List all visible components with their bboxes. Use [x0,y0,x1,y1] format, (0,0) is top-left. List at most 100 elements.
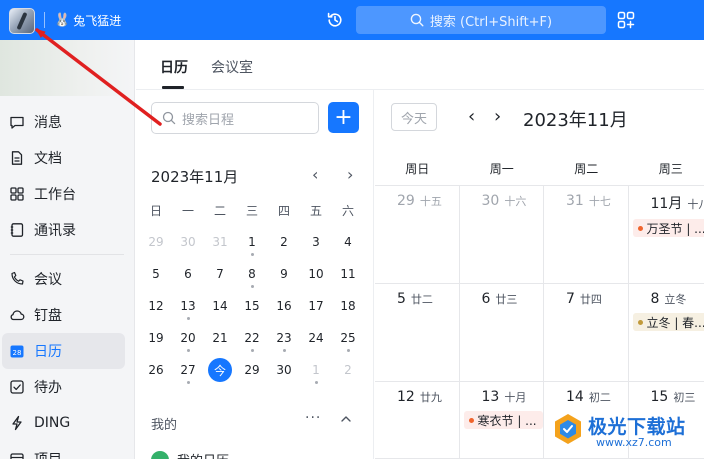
mini-prev-month-button[interactable]: ‹ [312,165,318,184]
mini-day[interactable]: 3 [300,226,332,258]
mini-day[interactable]: 12 [140,290,172,322]
mini-day-number: 25 [340,331,356,345]
mini-day-today[interactable]: 今 [204,354,236,386]
mini-day[interactable]: 27 [172,354,204,386]
day-cell[interactable]: 13 十月 寒衣节 | ... [460,382,544,458]
mini-day[interactable]: 29 [140,226,172,258]
apps-grid-icon[interactable] [617,11,635,29]
mini-day-number: 2 [280,235,288,249]
my-calendar-item[interactable]: 我的日历 [151,450,229,459]
tab-meeting-room[interactable]: 会议室 [211,57,253,77]
calendar-icon-badge: 28 [13,349,22,357]
lunar-date: 十五 [419,195,442,208]
mini-day[interactable]: 5 [140,258,172,290]
chevron-up-icon[interactable] [339,412,353,426]
sidebar-item-label: 钉盘 [34,308,62,324]
mini-week-row: 29 30 31 1 2 3 4 [140,226,365,258]
event-chip[interactable]: 万圣节 | ... [632,219,704,237]
today-button[interactable]: 今天 [391,103,437,131]
sidebar-item-ding[interactable]: DING [2,405,125,441]
app-logo[interactable] [9,8,35,34]
mini-day[interactable]: 18 [332,290,364,322]
day-cell[interactable]: 30 十六 [460,186,544,283]
mini-day[interactable]: 4 [332,226,364,258]
org-switcher[interactable]: 🐰 兔飞猛进 [54,10,121,30]
mini-next-month-button[interactable]: › [347,165,353,184]
mini-day[interactable]: 10 [300,258,332,290]
mini-day-number: 7 [216,267,224,281]
mini-day-number: 23 [276,331,292,345]
org-name: 兔飞猛进 [73,13,122,28]
mini-day[interactable]: 2 [268,226,300,258]
mini-day[interactable]: 15 [236,290,268,322]
watermark-title: 极光下载站 [588,416,686,438]
mini-day[interactable]: 20 [172,322,204,354]
sidebar-item-calendar[interactable]: 28 日历 [2,333,125,369]
day-cell[interactable]: 11月 十八万圣节 | ... [629,186,704,283]
more-options-button[interactable]: ··· [305,410,321,426]
sidebar-item-label: DING [34,415,71,431]
mini-day[interactable]: 23 [268,322,300,354]
mini-day[interactable]: 11 [332,258,364,290]
mini-day[interactable]: 26 [140,354,172,386]
mini-day-number: 31 [212,235,228,249]
mini-day[interactable]: 19 [140,322,172,354]
mini-day-number: 22 [244,331,260,345]
schedule-search-input[interactable]: 搜索日程 [151,102,319,134]
sidebar-item-workbench[interactable]: 工作台 [2,176,125,212]
mini-day[interactable]: 13 [172,290,204,322]
mini-day[interactable]: 14 [204,290,236,322]
day-cell[interactable]: 8 立冬立冬 | 春... [629,284,704,381]
contacts-icon [10,223,24,237]
sidebar-item-contacts[interactable]: 通讯录 [2,212,125,248]
mini-day-number: 30 [276,363,292,377]
mini-day[interactable]: 30 [172,226,204,258]
mini-month-title: 2023年11月 [151,168,239,186]
day-header: 8 立冬 [629,291,704,307]
add-event-button[interactable]: + [328,102,359,133]
sidebar-item-documents[interactable]: 文档 [2,140,125,176]
mini-day[interactable]: 29 [236,354,268,386]
event-chip[interactable]: 立冬 | 春... [632,313,704,331]
mini-day[interactable]: 24 [300,322,332,354]
mini-day[interactable]: 8 [236,258,268,290]
sidebar-item-cloud-drive[interactable]: 钉盘 [2,297,125,333]
day-cell[interactable]: 7 廿四 [544,284,629,381]
day-cell[interactable]: 5 廿二 [375,284,460,381]
day-number: 7 [566,291,575,307]
mini-day[interactable]: 17 [300,290,332,322]
mini-day[interactable]: 7 [204,258,236,290]
mini-day[interactable]: 6 [172,258,204,290]
weekday-header: 周一 [489,162,514,176]
next-month-button[interactable]: › [494,106,501,127]
sidebar-item-label: 工作台 [34,187,76,203]
sidebar-item-meeting[interactable]: 会议 [2,261,125,297]
event-dot [282,349,286,352]
mini-day[interactable]: 22 [236,322,268,354]
mini-day[interactable]: 1 [300,354,332,386]
day-cell[interactable]: 29 十五 [375,186,460,283]
day-cell[interactable]: 12 廿九 [375,382,460,458]
event-dot [468,417,474,423]
sidebar-item-project[interactable]: 项目 [2,441,125,459]
mini-day[interactable]: 1 [236,226,268,258]
day-cell[interactable]: 31 十七 [544,186,629,283]
sidebar-item-messages[interactable]: 消息 [2,104,125,140]
mini-day[interactable]: 31 [204,226,236,258]
mini-day[interactable]: 30 [268,354,300,386]
mini-day[interactable]: 25 [332,322,364,354]
day-header: 11月 十八 [629,193,704,213]
tab-calendar[interactable]: 日历 [160,57,188,77]
global-search-input[interactable]: 搜索 (Ctrl+Shift+F) [356,6,606,34]
event-label: 寒衣节 | ... [477,413,537,428]
event-chip[interactable]: 寒衣节 | ... [463,411,543,429]
day-cell[interactable]: 6 廿三 [460,284,544,381]
prev-month-button[interactable]: ‹ [468,106,475,127]
mini-day[interactable]: 9 [268,258,300,290]
mini-day[interactable]: 21 [204,322,236,354]
calendar-color-swatch [151,450,169,459]
mini-day[interactable]: 16 [268,290,300,322]
history-icon[interactable] [326,11,344,29]
mini-day[interactable]: 2 [332,354,364,386]
sidebar-item-todo[interactable]: 待办 [2,369,125,405]
